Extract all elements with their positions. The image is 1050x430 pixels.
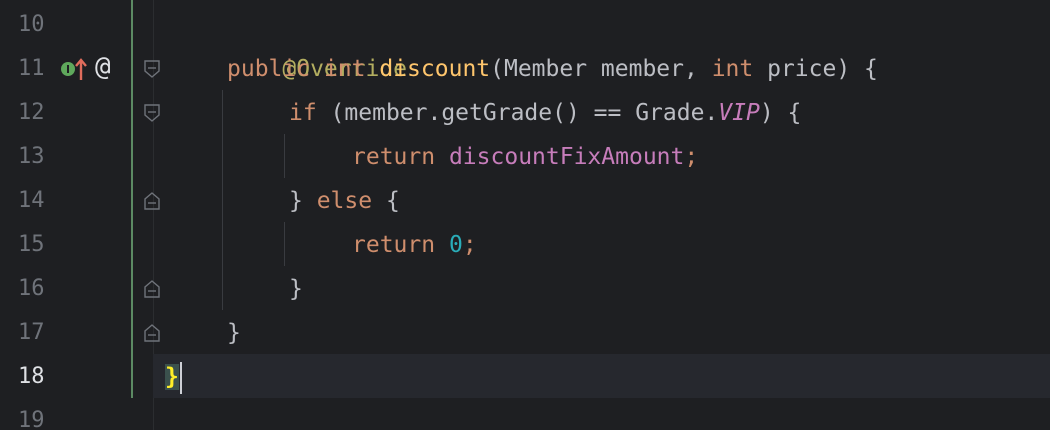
keyword-token: public <box>227 56 311 82</box>
plain-token: } <box>289 276 303 302</box>
editor-gutter: 10 11 12 13 14 15 16 17 18 19 @ <box>0 0 132 430</box>
line-number: 11 <box>18 56 45 81</box>
code-line-16[interactable]: } <box>289 267 303 311</box>
enum-constant-token: VIP <box>718 100 760 126</box>
keyword-token: return <box>352 232 436 258</box>
number-token: 0 <box>448 232 463 258</box>
code-line-12[interactable]: if (member.getGrade() == Grade.VIP) { <box>289 91 801 135</box>
indent-guide <box>222 90 223 310</box>
code-line-10[interactable]: @Override <box>227 3 407 82</box>
fold-close-icon[interactable] <box>144 324 160 342</box>
plain-token: (Member member, <box>490 56 712 82</box>
implements-method-icon[interactable] <box>59 55 89 89</box>
method-name-token: discount <box>379 56 491 82</box>
code-line-11[interactable]: public int discount(Member member, int p… <box>227 47 878 91</box>
plain-token: ; <box>462 232 477 258</box>
line-number: 16 <box>18 276 45 301</box>
fold-open-icon[interactable] <box>144 104 160 122</box>
matched-brace-token: } <box>165 364 179 390</box>
code-line-18[interactable]: } <box>165 355 182 399</box>
line-number: 17 <box>18 320 45 345</box>
plain-token: } <box>227 320 241 346</box>
current-line-number: 18 <box>18 364 45 389</box>
keyword-token: int <box>711 56 754 82</box>
fold-close-icon[interactable] <box>144 280 160 298</box>
keyword-token: else <box>316 188 373 214</box>
line-number: 15 <box>18 232 45 257</box>
fold-close-icon[interactable] <box>144 192 160 210</box>
line-number: 13 <box>18 144 45 169</box>
line-number: 14 <box>18 188 45 213</box>
plain-token: ; <box>684 144 699 170</box>
code-editor[interactable]: 10 11 12 13 14 15 16 17 18 19 @ @Overrid… <box>0 0 1050 430</box>
keyword-token: if <box>289 100 317 126</box>
keyword-token: int <box>323 56 366 82</box>
code-line-17[interactable]: } <box>227 311 241 355</box>
plain-token: (member.getGrade() == Grade. <box>316 100 719 126</box>
indent-guide <box>284 134 285 178</box>
text-caret <box>179 361 182 394</box>
line-number: 12 <box>18 100 45 125</box>
code-line-14[interactable]: } else { <box>289 179 400 223</box>
plain-token: } <box>289 188 317 214</box>
plain-token: ) { <box>759 100 802 126</box>
plain-token: price) { <box>753 56 878 82</box>
code-line-15[interactable]: return 0; <box>352 223 477 267</box>
plain-token: { <box>372 188 400 214</box>
line-number: 19 <box>18 408 45 430</box>
field-token: discountFixAmount <box>448 144 685 170</box>
keyword-token: return <box>352 144 436 170</box>
current-line-highlight <box>153 354 1050 398</box>
annotation-icon[interactable]: @ <box>95 52 111 82</box>
code-line-13[interactable]: return discountFixAmount; <box>352 135 698 179</box>
indent-guide <box>284 222 285 266</box>
line-number: 10 <box>18 12 45 37</box>
fold-open-icon[interactable] <box>144 60 160 78</box>
